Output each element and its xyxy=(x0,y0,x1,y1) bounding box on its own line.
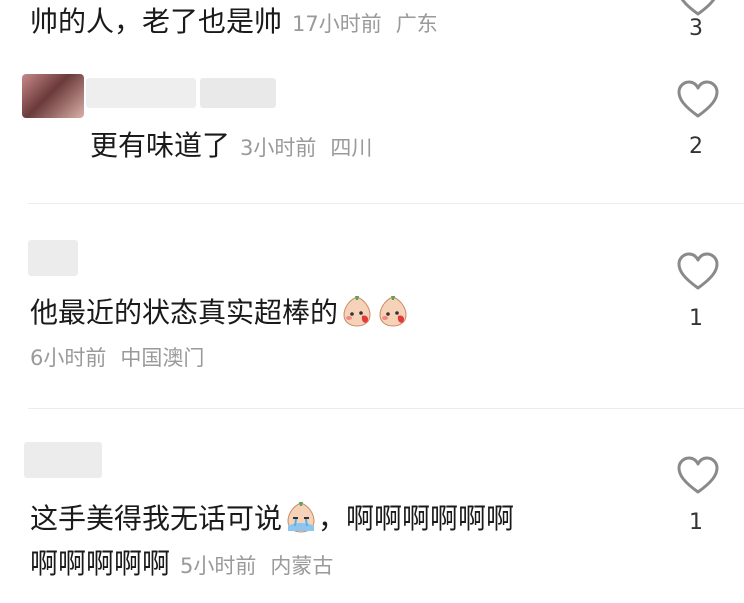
comment-body: 他最近的状态真实超棒的 xyxy=(30,296,339,329)
comment-text: 帅的人，老了也是帅 17小时前 广东 xyxy=(30,4,438,42)
comment-location: 四川 xyxy=(330,136,373,160)
comment-meta: 3小时前 四川 xyxy=(240,136,372,160)
comment-text: 他最近的状态真实超棒的 xyxy=(30,294,410,331)
blushing-peach-emoji xyxy=(379,296,407,327)
comment-text: 啊啊啊啊啊 5小时前 内蒙古 xyxy=(30,546,333,584)
like-count: 2 xyxy=(689,134,703,159)
comment-meta: 6小时前 中国澳门 xyxy=(30,342,204,372)
like-count: 1 xyxy=(689,306,703,331)
comment-time: 6小时前 xyxy=(30,346,107,370)
username-redacted[interactable] xyxy=(24,442,102,478)
like-count: 3 xyxy=(689,16,703,41)
comment-location: 中国澳门 xyxy=(120,346,205,370)
comment-text: 这手美得我无话可说 ，啊啊啊啊啊啊 xyxy=(30,500,514,537)
heart-outline-icon[interactable] xyxy=(676,80,720,120)
comment-meta: 17小时前 广东 xyxy=(292,12,438,36)
heart-outline-icon[interactable] xyxy=(676,252,720,292)
username-redacted[interactable] xyxy=(86,78,196,108)
username-redacted[interactable] xyxy=(200,78,276,108)
comment-text: 更有味道了 3小时前 四川 xyxy=(90,128,372,166)
comment-location: 广东 xyxy=(395,12,438,36)
comment-body: 啊啊啊啊啊 xyxy=(30,547,171,580)
comment-time: 5小时前 xyxy=(180,554,257,578)
crying-peach-emoji xyxy=(287,502,315,533)
heart-outline-icon[interactable] xyxy=(676,456,720,496)
username-redacted[interactable] xyxy=(28,240,78,276)
divider xyxy=(28,203,744,204)
comment-body: 这手美得我无话可说 xyxy=(30,502,283,535)
blushing-peach-emoji xyxy=(343,296,371,327)
divider xyxy=(28,408,744,409)
comment-body: 帅的人，老了也是帅 xyxy=(30,5,283,38)
comment-meta: 5小时前 内蒙古 xyxy=(180,554,333,578)
comment-time: 17小时前 xyxy=(292,12,382,36)
avatar[interactable] xyxy=(22,74,84,118)
comment-location: 内蒙古 xyxy=(270,554,334,578)
comment-body: 更有味道了 xyxy=(90,129,231,162)
comment-body: ，啊啊啊啊啊啊 xyxy=(318,502,515,535)
comment-time: 3小时前 xyxy=(240,136,317,160)
like-count: 1 xyxy=(689,510,703,535)
